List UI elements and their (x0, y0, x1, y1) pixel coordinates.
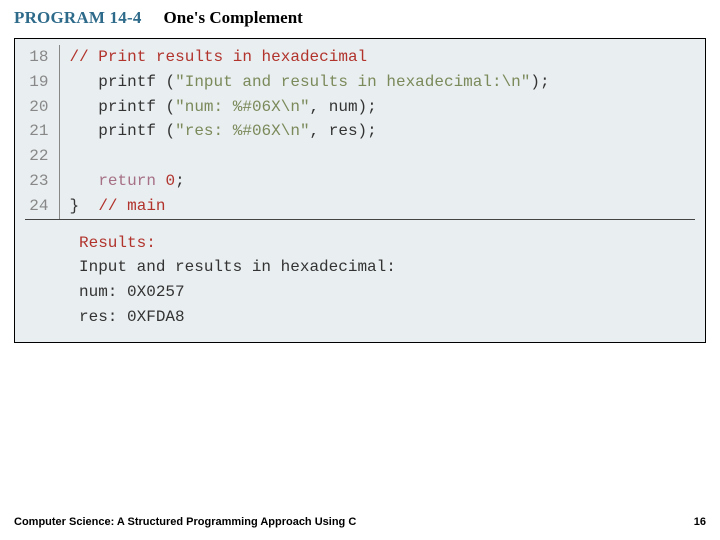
line-number: 21 (25, 119, 59, 144)
slide-footer: Computer Science: A Structured Programmi… (14, 516, 706, 528)
code-line: 24} // main (25, 194, 695, 219)
program-label: PROGRAM 14-4 (14, 8, 142, 28)
code-listing: 18// Print results in hexadecimal19 prin… (25, 45, 695, 330)
slide-header: PROGRAM 14-4 One's Complement (0, 0, 720, 38)
code-content: printf ("Input and results in hexadecima… (59, 70, 695, 95)
line-number: 18 (25, 45, 59, 70)
results-row: Results:Input and results in hexadecimal… (25, 225, 695, 330)
results-output: Input and results in hexadecimal: num: 0… (79, 255, 695, 329)
code-block: 18// Print results in hexadecimal19 prin… (14, 38, 706, 343)
code-content: } // main (59, 194, 695, 219)
code-line: 18// Print results in hexadecimal (25, 45, 695, 70)
program-title: One's Complement (164, 8, 303, 28)
code-line: 23 return 0; (25, 169, 695, 194)
results-label: Results: (79, 231, 695, 256)
code-content: // Print results in hexadecimal (59, 45, 695, 70)
code-content: printf ("res: %#06X\n", res); (59, 119, 695, 144)
code-line: 22 (25, 144, 695, 169)
code-line: 19 printf ("Input and results in hexadec… (25, 70, 695, 95)
footer-book-title: Computer Science: A Structured Programmi… (14, 516, 356, 528)
code-content (59, 144, 695, 169)
line-number: 23 (25, 169, 59, 194)
line-number: 24 (25, 194, 59, 219)
footer-page-number: 16 (694, 516, 706, 528)
code-content: return 0; (59, 169, 695, 194)
line-number: 20 (25, 95, 59, 120)
code-line: 21 printf ("res: %#06X\n", res); (25, 119, 695, 144)
code-content: printf ("num: %#06X\n", num); (59, 95, 695, 120)
code-line: 20 printf ("num: %#06X\n", num); (25, 95, 695, 120)
line-number: 19 (25, 70, 59, 95)
line-number: 22 (25, 144, 59, 169)
